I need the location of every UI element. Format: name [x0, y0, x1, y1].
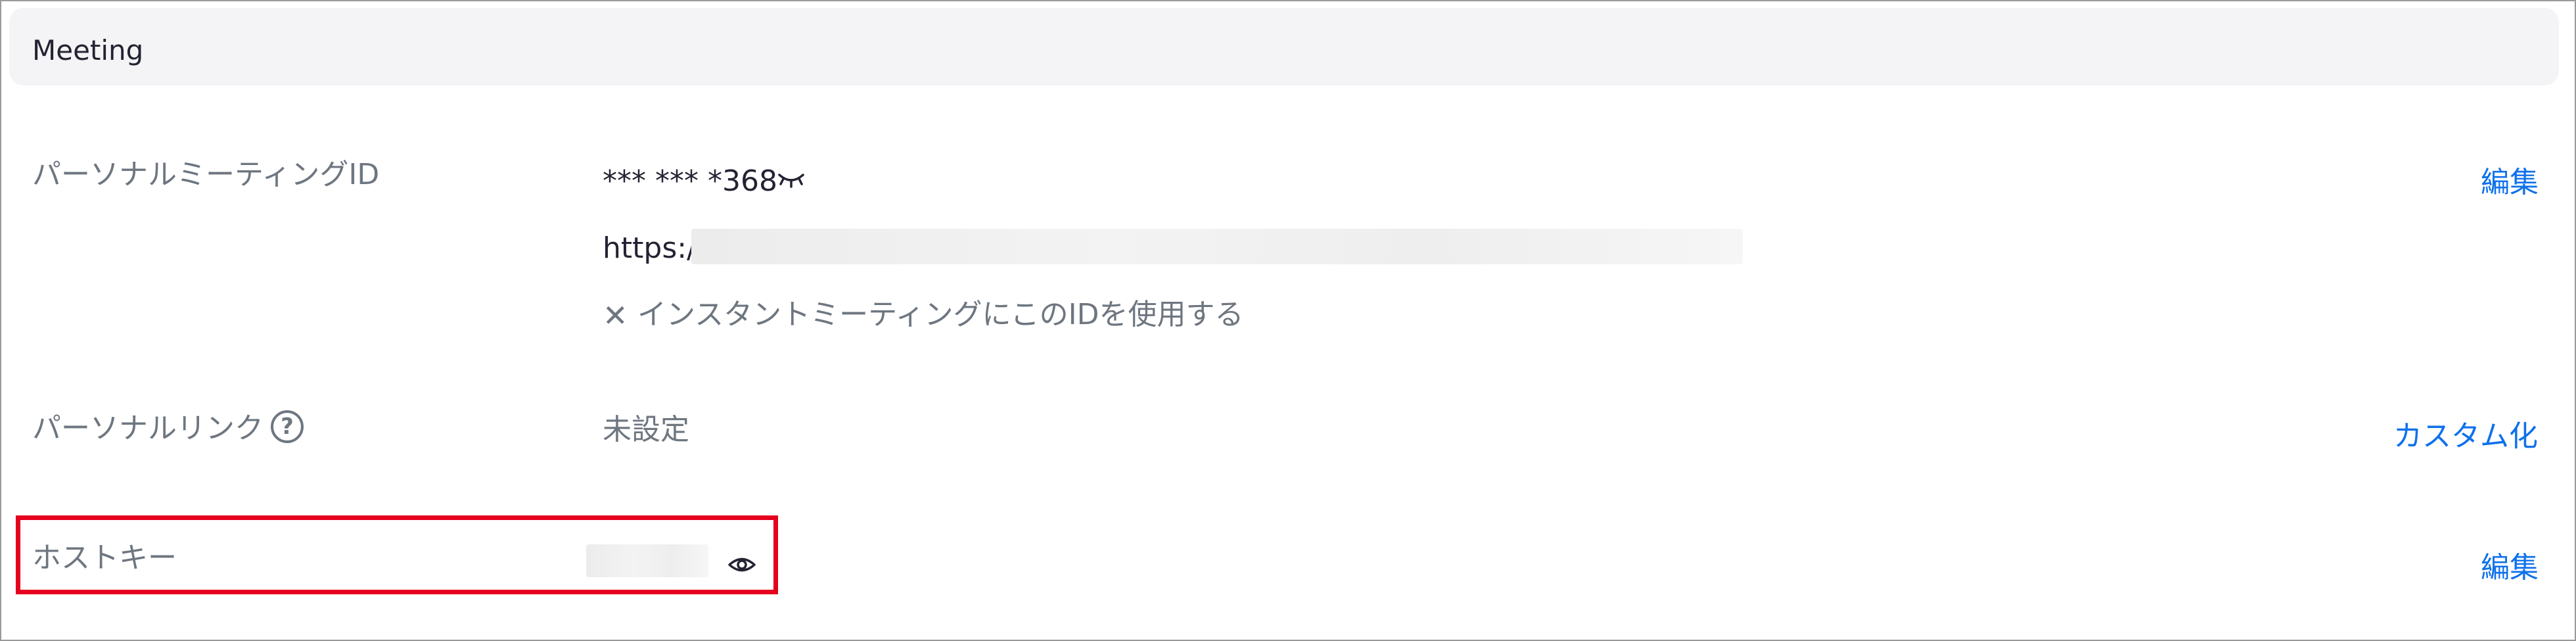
- use-for-instant-meetings-label[interactable]: インスタントミーティングにこのIDを使用する: [637, 300, 1243, 329]
- section-header: Meeting: [9, 8, 2559, 85]
- personal-meeting-id-value: *** *** *368: [603, 164, 777, 198]
- edit-personal-meeting-id-link[interactable]: 編集: [2481, 168, 2539, 197]
- eye-closed-icon[interactable]: [777, 170, 806, 189]
- personal-meeting-id-label: パーソナルミーティングID: [32, 158, 380, 191]
- settings-panel: Meeting パーソナルミーティングID *** *** *368 https…: [0, 0, 2576, 641]
- redacted-meeting-url: [691, 229, 1743, 264]
- edit-host-key-link[interactable]: 編集: [2481, 554, 2539, 582]
- personal-link-value: 未設定: [603, 413, 689, 446]
- personal-link-label: パーソナルリンク: [32, 412, 264, 445]
- checkbox-x-mark[interactable]: ✕: [603, 300, 628, 331]
- customize-personal-link-link[interactable]: カスタム化: [2393, 422, 2538, 451]
- highlight-box: [16, 515, 778, 594]
- section-title: Meeting: [32, 34, 144, 66]
- question-circle-icon[interactable]: ?: [271, 410, 304, 443]
